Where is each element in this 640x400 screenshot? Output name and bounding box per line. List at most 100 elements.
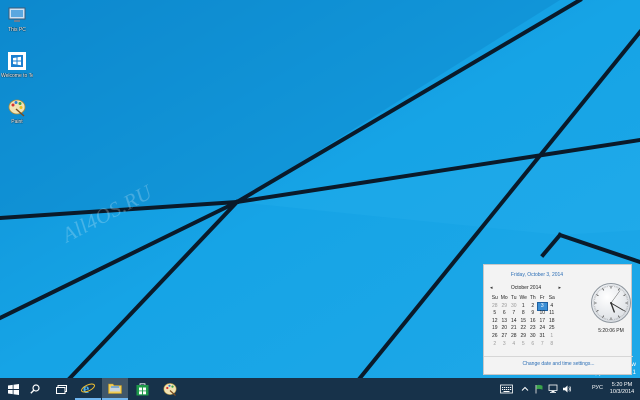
calendar-day[interactable]: 30 xyxy=(528,333,538,341)
desktop-icon-paint[interactable]: Paint xyxy=(1,97,33,125)
paint-icon xyxy=(163,383,177,396)
calendar-week-row: 26 27 28 29 30 31 1 xyxy=(490,333,557,341)
taskbar-date: 10/3/2014 xyxy=(609,389,635,395)
change-date-time-settings-link[interactable]: Change date and time settings... xyxy=(484,361,633,367)
network-icon[interactable] xyxy=(548,384,558,394)
calendar-day[interactable]: 7 xyxy=(538,341,548,349)
digital-clock-time: 5:20:06 PM xyxy=(598,328,624,334)
taskbar-time: 5:20 PM xyxy=(611,382,633,388)
file-explorer-button[interactable] xyxy=(102,378,128,400)
calendar-navigation: ◂ October 2014 ▸ xyxy=(490,285,573,293)
calendar-day[interactable]: 6 xyxy=(528,341,538,349)
weekday-label: Sa xyxy=(548,295,555,301)
calendar-week-row: 2345678 xyxy=(490,341,557,349)
input-language-indicator[interactable]: РУС xyxy=(592,385,603,391)
flyout-divider xyxy=(484,356,633,357)
calendar-day[interactable]: 6 xyxy=(500,310,510,318)
weekday-label: We xyxy=(519,295,527,301)
desktop-icon-welcome[interactable]: Welcome to Tech Preview xyxy=(1,51,33,79)
calendar-day[interactable]: 8 xyxy=(547,341,557,349)
desktop-icon-label: Paint xyxy=(11,119,23,125)
this-pc-icon xyxy=(8,7,26,22)
next-month-button[interactable]: ▸ xyxy=(558,285,561,291)
desktop-icon-this-pc[interactable]: This PC xyxy=(1,5,33,33)
weekday-header-row: Su Mo Tu We Th Fr Sa xyxy=(490,295,557,303)
calendar-week-row: 12 13 14 15 16 17 18 xyxy=(490,318,557,326)
calendar-day[interactable]: 5 xyxy=(519,341,529,349)
month-title[interactable]: October 2014 xyxy=(499,285,553,291)
desktop-icon-label: This PC xyxy=(8,27,26,33)
calendar-day[interactable]: 16 xyxy=(528,318,538,326)
weekday-label: Th xyxy=(529,295,536,301)
analog-clock xyxy=(591,283,631,323)
calendar-day[interactable]: 26 xyxy=(490,333,500,341)
calendar-day[interactable]: 22 xyxy=(519,325,529,333)
show-hidden-icons-icon[interactable] xyxy=(520,384,530,394)
calendar-day[interactable]: 7 xyxy=(509,310,519,318)
action-center-flag-icon[interactable] xyxy=(534,384,544,394)
calendar-day[interactable]: 18 xyxy=(547,318,557,326)
calendar-day[interactable]: 21 xyxy=(509,325,519,333)
store-icon xyxy=(136,382,148,395)
calendar-day[interactable]: 14 xyxy=(509,318,519,326)
taskbar-clock[interactable]: 5:20 PM 10/3/2014 xyxy=(606,382,638,396)
calendar-day[interactable]: 17 xyxy=(538,318,548,326)
welcome-tile-icon xyxy=(8,52,26,70)
paint-button[interactable] xyxy=(157,378,183,400)
calendar-day[interactable]: 5 xyxy=(490,310,500,318)
calendar-day[interactable]: 24 xyxy=(538,325,548,333)
previous-month-button[interactable]: ◂ xyxy=(490,285,493,291)
calendar-day-today[interactable]: 3 xyxy=(536,301,548,312)
calendar-day[interactable]: 23 xyxy=(528,325,538,333)
calendar-day[interactable]: 27 xyxy=(500,333,510,341)
calendar-grid: Su Mo Tu We Th Fr Sa 28 29 30 1 2 3 4 5 6 7 8 9 10 11 12 13 14 1… xyxy=(490,295,557,348)
weekday-label: Tu xyxy=(510,295,517,301)
calendar-day[interactable]: 4 xyxy=(547,303,557,311)
task-view-icon xyxy=(55,384,67,394)
windows-logo-icon xyxy=(7,383,19,395)
calendar-day[interactable]: 20 xyxy=(500,325,510,333)
calendar-day[interactable]: 28 xyxy=(509,333,519,341)
calendar-day[interactable]: 1 xyxy=(519,303,529,311)
calendar-day[interactable]: 15 xyxy=(519,318,529,326)
calendar-day[interactable]: 8 xyxy=(519,310,529,318)
calendar-week-row: 19 20 21 22 23 24 25 xyxy=(490,325,557,333)
full-date-link[interactable]: Friday, October 3, 2014 xyxy=(484,272,590,278)
weekday-label: Mo xyxy=(500,295,508,301)
calendar-day[interactable]: 4 xyxy=(509,341,519,349)
search-icon xyxy=(30,384,40,394)
calendar-flyout: Friday, October 3, 2014 ◂ October 2014 ▸… xyxy=(483,264,633,375)
calendar-day[interactable]: 29 xyxy=(519,333,529,341)
calendar-day[interactable]: 3 xyxy=(500,341,510,349)
file-explorer-icon xyxy=(108,383,122,394)
calendar-day[interactable]: 11 xyxy=(547,310,557,318)
store-button[interactable] xyxy=(129,378,155,400)
calendar-day[interactable]: 25 xyxy=(547,325,557,333)
weekday-label: Su xyxy=(491,295,498,301)
volume-icon[interactable] xyxy=(562,384,572,394)
desktop-icon-label: Welcome to Tech Preview xyxy=(1,73,33,79)
calendar-day[interactable]: 28 xyxy=(490,303,500,311)
internet-explorer-icon: e xyxy=(81,382,95,395)
weekday-label: Fr xyxy=(539,295,545,301)
taskbar: e РУС 5:20 PM 10/3/2014 xyxy=(0,378,640,400)
calendar-day[interactable]: 12 xyxy=(490,318,500,326)
calendar-day[interactable]: 13 xyxy=(500,318,510,326)
calendar-day[interactable]: 30 xyxy=(509,303,519,311)
calendar-week-row: 28 29 30 1 2 3 4 xyxy=(490,301,557,312)
calendar-day[interactable]: 10 xyxy=(538,310,548,318)
calendar-day[interactable]: 2 xyxy=(528,303,538,311)
calendar-week-row: 5 6 7 8 9 10 11 xyxy=(490,310,557,318)
paint-palette-icon xyxy=(8,99,26,117)
calendar-day[interactable]: 19 xyxy=(490,325,500,333)
touch-keyboard-icon[interactable] xyxy=(500,384,513,394)
internet-explorer-button[interactable]: e xyxy=(75,378,101,400)
calendar-day[interactable]: 2 xyxy=(490,341,500,349)
search-button[interactable] xyxy=(22,378,48,400)
calendar-day[interactable]: 29 xyxy=(500,303,510,311)
svg-text:e: e xyxy=(83,382,89,395)
calendar-day[interactable]: 31 xyxy=(538,333,548,341)
task-view-button[interactable] xyxy=(48,378,74,400)
calendar-day[interactable]: 9 xyxy=(528,310,538,318)
calendar-day[interactable]: 1 xyxy=(547,333,557,341)
